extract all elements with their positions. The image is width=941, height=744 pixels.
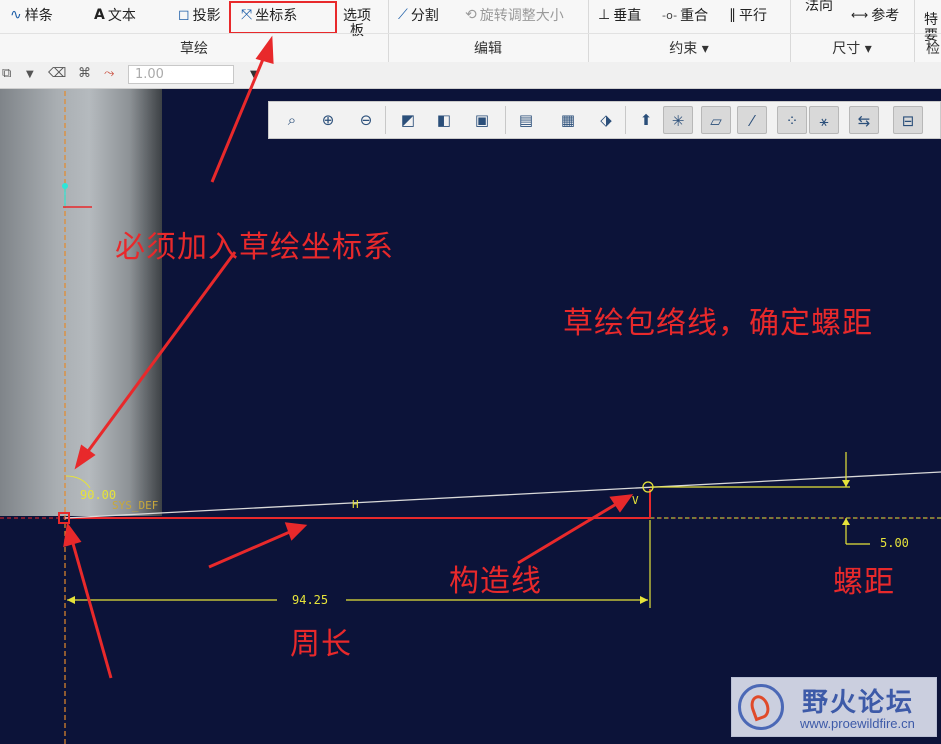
arrow-to-csys-button [210, 51, 268, 183]
arrow-to-origin [70, 539, 113, 679]
angle-dimension[interactable]: 90.00 [80, 488, 116, 502]
watermark-title: 野火论坛 [802, 688, 915, 718]
arrowhead [609, 494, 634, 513]
length-dimension[interactable]: 94.25 [292, 593, 328, 607]
arrowhead [255, 35, 274, 65]
construction-line-annotation: 构造线 [449, 564, 542, 599]
watermark: 野火论坛 www.proewildfire.cn [731, 677, 937, 737]
arrowhead [63, 522, 82, 548]
arrow-to-envelope [208, 529, 293, 569]
csys-annotation: 必须加入草绘坐标系 [115, 230, 394, 265]
vertical-constraint: V [632, 494, 639, 507]
horizontal-constraint: H [352, 498, 359, 511]
pitch-arrowhead [842, 480, 850, 487]
pitch-dimension[interactable]: 5.00 [880, 536, 909, 550]
arrowhead [284, 522, 308, 541]
envelope-annotation: 草绘包络线，确定螺距 [563, 306, 873, 341]
arrow-to-csys [84, 251, 237, 455]
forum-logo-icon [738, 684, 784, 730]
pitch-annotation: 螺距 [833, 565, 895, 600]
length-arrowhead [67, 596, 75, 604]
envelope-line [64, 471, 941, 519]
perimeter-annotation: 周长 [290, 627, 352, 662]
watermark-url: www.proewildfire.cn [800, 716, 915, 731]
pitch-arrowhead [842, 518, 850, 525]
arrow-to-construction [517, 501, 619, 565]
sketch-overlay [0, 35, 941, 744]
csys-label: SYS_DEF [112, 499, 159, 512]
angle-arc [65, 475, 91, 489]
annotation-arrows [63, 35, 634, 679]
length-arrowhead [640, 596, 648, 604]
